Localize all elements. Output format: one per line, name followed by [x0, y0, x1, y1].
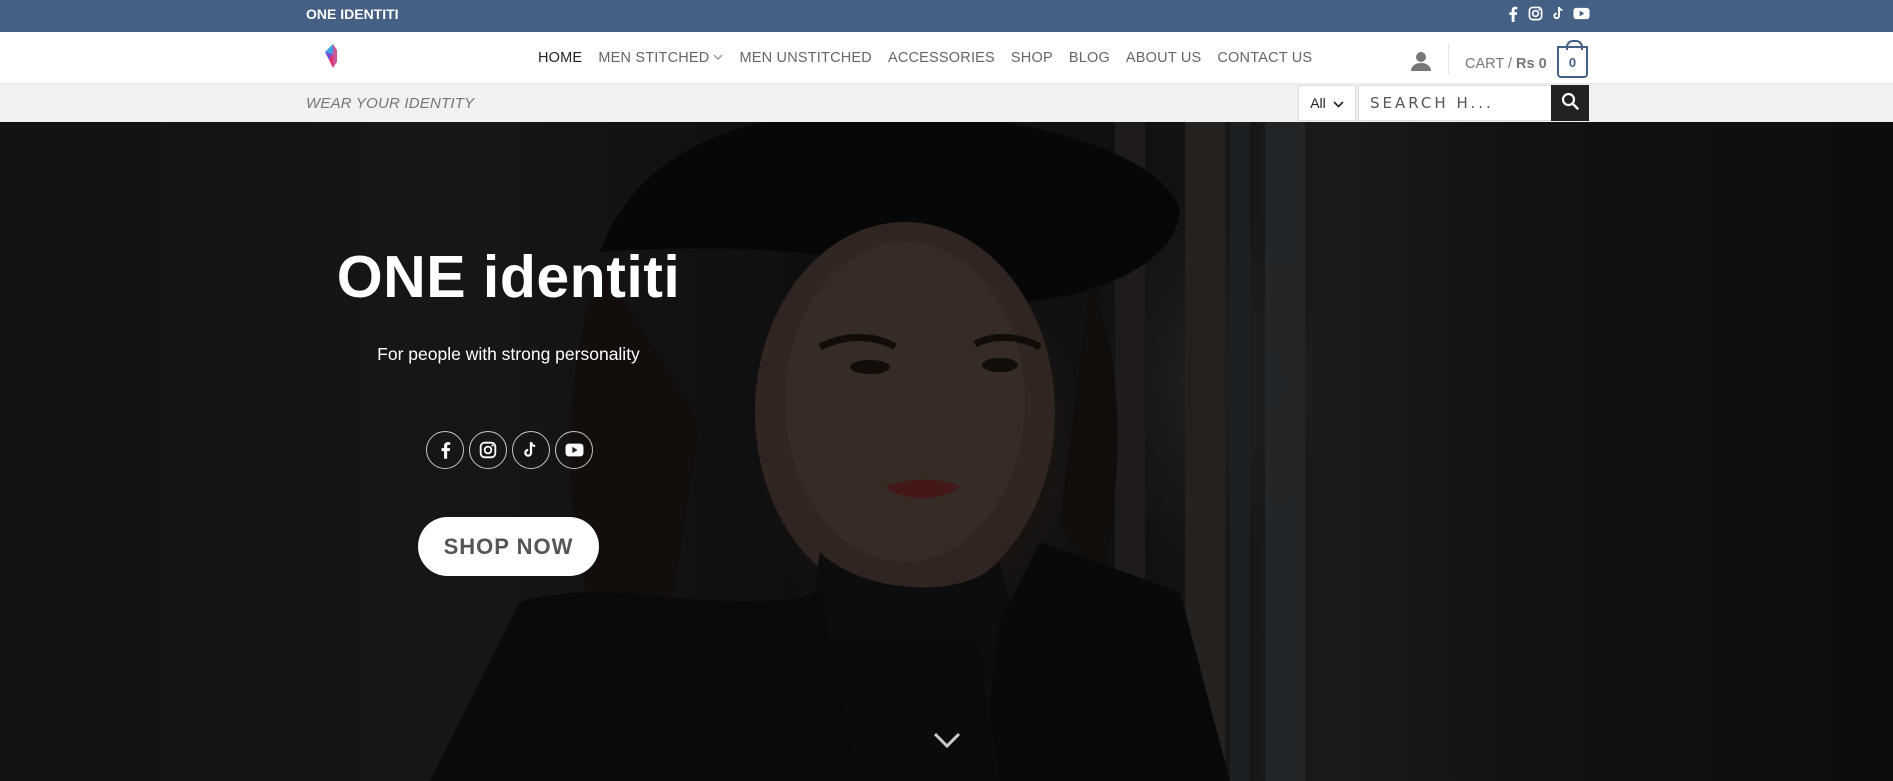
tiktok-icon[interactable]	[512, 431, 550, 469]
search-button[interactable]	[1551, 85, 1589, 121]
cart-label-text: CART /	[1465, 56, 1513, 72]
nav-contact-us[interactable]: CONTACT US	[1217, 50, 1312, 66]
chevron-down-icon	[713, 52, 723, 64]
nav-about-us-label: ABOUT US	[1125, 50, 1202, 66]
hero-banner: ONE identiti For people with strong pers…	[0, 122, 1893, 781]
nav-contact-us-label: CONTACT US	[1217, 50, 1313, 66]
nav-men-stitched[interactable]: MEN STITCHED	[598, 50, 723, 66]
top-social-links	[1504, 5, 1590, 22]
secondary-bar: WEAR YOUR IDENTITY All SEARCH H...	[0, 84, 1893, 122]
instagram-icon[interactable]	[469, 431, 507, 469]
youtube-icon[interactable]	[555, 431, 593, 469]
nav-shop-label: SHOP	[1010, 50, 1053, 66]
nav-home-label: HOME	[538, 50, 583, 66]
search-icon	[1561, 92, 1579, 115]
cart-amount: Rs 0	[1516, 56, 1547, 72]
user-account-icon[interactable]	[1410, 50, 1432, 72]
tiktok-icon[interactable]	[1550, 5, 1567, 22]
nav-shop[interactable]: SHOP	[1011, 50, 1053, 66]
nav-men-stitched-label: MEN STITCHED	[598, 50, 710, 66]
chevron-down-icon[interactable]	[931, 729, 963, 751]
nav-blog[interactable]: BLOG	[1069, 50, 1110, 66]
hero-background-image	[0, 122, 1893, 781]
facebook-icon[interactable]	[426, 431, 464, 469]
nav-about-us[interactable]: ABOUT US	[1126, 50, 1201, 66]
youtube-icon[interactable]	[1573, 5, 1590, 22]
top-brand-text: ONE IDENTITI	[306, 6, 399, 22]
nav-men-unstitched[interactable]: MEN UNSTITCHED	[739, 50, 872, 66]
chevron-down-icon	[1333, 95, 1344, 111]
site-logo[interactable]	[323, 42, 343, 72]
facebook-icon[interactable]	[1504, 5, 1521, 22]
category-select[interactable]: All	[1298, 85, 1356, 121]
top-bar: ONE IDENTITI	[0, 0, 1893, 32]
main-nav: HOME MEN STITCHED MEN UNSTITCHED ACCESSO…	[538, 32, 1312, 84]
search-input[interactable]: SEARCH H...	[1358, 85, 1552, 121]
hero-subtitle: For people with strong personality	[377, 344, 640, 364]
category-selected: All	[1310, 95, 1326, 111]
instagram-icon[interactable]	[1527, 5, 1544, 22]
tagline: WEAR YOUR IDENTITY	[306, 95, 475, 112]
nav-men-unstitched-label: MEN UNSTITCHED	[739, 50, 872, 66]
nav-accessories-label: ACCESSORIES	[887, 50, 995, 66]
nav-accessories[interactable]: ACCESSORIES	[888, 50, 995, 66]
cart-link[interactable]: CART / Rs 0	[1465, 32, 1547, 84]
cart-bag-icon[interactable]: 0	[1557, 40, 1588, 78]
hero-title: ONE identiti	[336, 244, 681, 310]
main-header: HOME MEN STITCHED MEN UNSTITCHED ACCESSO…	[0, 32, 1893, 84]
shop-now-button[interactable]: SHOP NOW	[418, 517, 599, 576]
nav-home[interactable]: HOME	[538, 50, 582, 66]
cart-count: 0	[1568, 54, 1577, 70]
hero-social-links	[426, 431, 593, 469]
nav-blog-label: BLOG	[1068, 50, 1110, 66]
header-divider	[1448, 44, 1449, 74]
